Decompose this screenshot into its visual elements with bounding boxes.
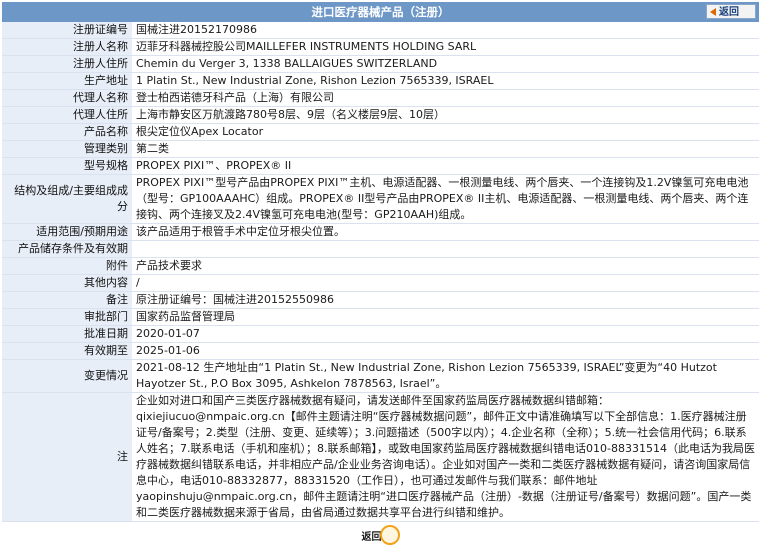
row-label: 产品储存条件及有效期 xyxy=(2,240,132,258)
row-value: 根尖定位仪Apex Locator xyxy=(132,123,759,141)
table-row: 适用范围/预期用途 该产品适用于根管手术中定位牙根尖位置。 xyxy=(2,223,759,241)
row-value: 该产品适用于根管手术中定位牙根尖位置。 xyxy=(132,223,759,241)
row-value: 国家药品监督管理局 xyxy=(132,308,759,326)
row-label: 注册证编号 xyxy=(2,22,132,39)
table-row: 产品名称 根尖定位仪Apex Locator xyxy=(2,123,759,141)
table-row: 有效期至 2025-01-06 xyxy=(2,342,759,360)
row-value: 2021-08-12 生产地址由“1 Platin St., New Indus… xyxy=(132,359,759,393)
row-value: 登士柏西诺德牙科产品（上海）有限公司 xyxy=(132,89,759,107)
row-label: 变更情况 xyxy=(2,359,132,393)
row-value: 产品技术要求 xyxy=(132,257,759,275)
row-value: 1 Platin St., New Industrial Zone, Risho… xyxy=(132,72,759,90)
row-label: 其他内容 xyxy=(2,274,132,292)
table-row: 注册证编号 国械注进20152170986 xyxy=(2,22,759,39)
table-row: 备注 原注册证编号：国械注进20152550986 xyxy=(2,291,759,309)
table-row: 注册人住所 Chemin du Verger 3, 1338 BALLAIGUES… xyxy=(2,55,759,73)
row-label: 适用范围/预期用途 xyxy=(2,223,132,241)
detail-table: 注册证编号 国械注进20152170986 注册人名称 迈菲牙科器械控股公司MAILL… xyxy=(2,22,759,522)
back-button-top-label: 返回 xyxy=(719,7,739,18)
row-value: Chemin du Verger 3, 1338 BALLAIGUES SWIT… xyxy=(132,55,759,73)
back-button-bottom[interactable]: 返回 xyxy=(362,525,400,545)
back-button-top[interactable]: 返回 xyxy=(706,4,756,19)
row-value: 国械注进20152170986 xyxy=(132,22,759,39)
table-row: 型号规格 PROPEX PIXI™、PROPEX® II xyxy=(2,157,759,175)
back-button-bottom-label: 返回 xyxy=(361,532,382,543)
row-value: / xyxy=(132,274,759,292)
table-row: 审批部门 国家药品监督管理局 xyxy=(2,308,759,326)
table-row: 其他内容 / xyxy=(2,274,759,292)
row-label: 代理人住所 xyxy=(2,106,132,124)
row-value: 迈菲牙科器械控股公司MAILLEFER INSTRUMENTS HOLDING … xyxy=(132,38,759,56)
row-value: PROPEX PIXI™型号产品由PROPEX PIXI™主机、电源适配器、一根… xyxy=(132,174,759,224)
table-row: 批准日期 2020-01-07 xyxy=(2,325,759,343)
row-label: 管理类别 xyxy=(2,140,132,158)
row-value: 2025-01-06 xyxy=(132,342,759,360)
row-value xyxy=(132,240,759,258)
row-label: 结构及组成/主要组成成分 xyxy=(2,174,132,224)
back-arrow-icon xyxy=(710,8,716,16)
table-row: 代理人住所 上海市静安区万航渡路780号8层、9层（名义楼层9层、10层） xyxy=(2,106,759,124)
row-value: 上海市静安区万航渡路780号8层、9层（名义楼层9层、10层） xyxy=(132,106,759,124)
row-label: 批准日期 xyxy=(2,325,132,343)
table-row: 附件 产品技术要求 xyxy=(2,257,759,275)
table-row: 生产地址 1 Platin St., New Industrial Zone, R… xyxy=(2,72,759,90)
row-value: 2020-01-07 xyxy=(132,325,759,343)
row-label: 附件 xyxy=(2,257,132,275)
row-label: 注册人名称 xyxy=(2,38,132,56)
row-label: 注 xyxy=(2,392,132,522)
row-value: 原注册证编号：国械注进20152550986 xyxy=(132,291,759,309)
row-value: 企业如对进口和国产三类医疗器械数据有疑问，请发送邮件至国家药监局医疗器械数据纠错… xyxy=(132,392,759,522)
row-label: 型号规格 xyxy=(2,157,132,175)
row-value: PROPEX PIXI™、PROPEX® II xyxy=(132,157,759,175)
table-row: 管理类别 第二类 xyxy=(2,140,759,158)
table-row: 代理人名称 登士柏西诺德牙科产品（上海）有限公司 xyxy=(2,89,759,107)
table-row: 注企业如对进口和国产三类医疗器械数据有疑问，请发送邮件至国家药监局医疗器械数据纠… xyxy=(2,392,759,522)
row-label: 代理人名称 xyxy=(2,89,132,107)
table-row: 变更情况 2021-08-12 生产地址由“1 Platin St., New I… xyxy=(2,359,759,393)
row-label: 备注 xyxy=(2,291,132,309)
table-row: 结构及组成/主要组成成分 PROPEX PIXI™型号产品由PROPEX PIXI… xyxy=(2,174,759,224)
row-label: 审批部门 xyxy=(2,308,132,326)
table-row: 注册人名称 迈菲牙科器械控股公司MAILLEFER INSTRUMENTS HOL… xyxy=(2,38,759,56)
row-label: 注册人住所 xyxy=(2,55,132,73)
page-title: 进口医疗器械产品（注册） xyxy=(311,5,450,19)
table-row: 产品储存条件及有效期 xyxy=(2,240,759,258)
back-circle-icon xyxy=(379,525,400,545)
row-label: 生产地址 xyxy=(2,72,132,90)
page-header: 进口医疗器械产品（注册） 返回 xyxy=(2,2,759,22)
row-value: 第二类 xyxy=(132,140,759,158)
row-label: 有效期至 xyxy=(2,342,132,360)
row-label: 产品名称 xyxy=(2,123,132,141)
footer: 返回 xyxy=(0,525,761,548)
